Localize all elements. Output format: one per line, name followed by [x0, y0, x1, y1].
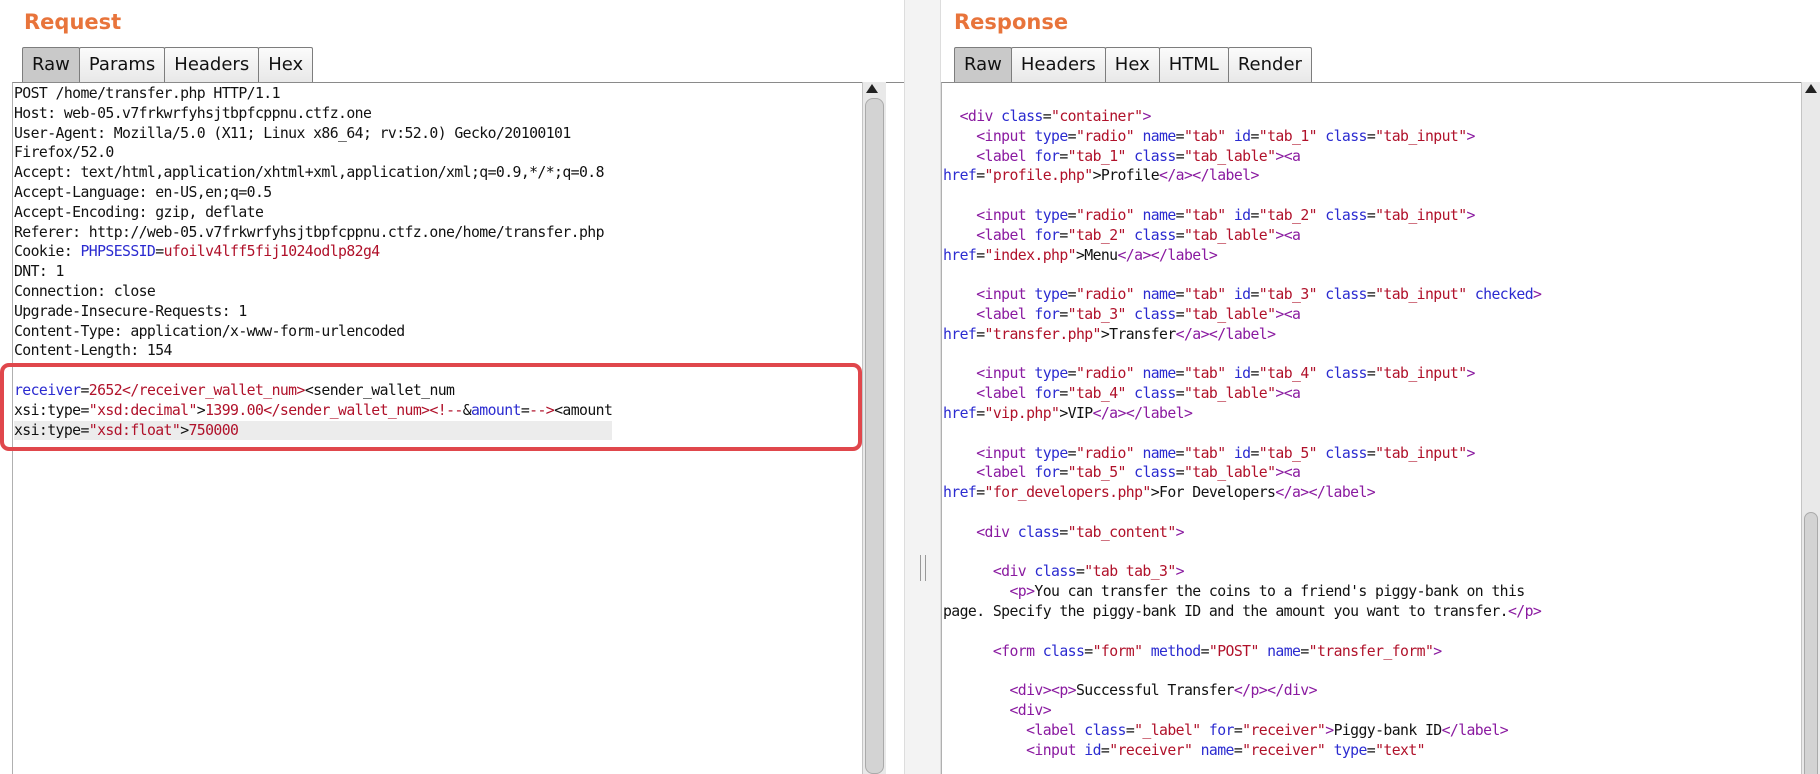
request-tab-headers[interactable]: Headers	[164, 47, 260, 82]
request-tab-hex[interactable]: Hex	[258, 47, 314, 82]
response-scroll-thumb[interactable]	[1804, 512, 1818, 774]
request-line: DNT: 1	[14, 263, 64, 281]
request-line: Content-Type: application/x-www-form-url…	[14, 322, 405, 340]
response-line: href="vip.php">VIP</a></label>	[943, 404, 1193, 422]
response-line: <input id="receiver" name="receiver" typ…	[1026, 741, 1425, 759]
scroll-up-arrow-icon[interactable]	[1805, 84, 1817, 93]
request-pane: Request Raw Params Headers Hex POST /hom…	[0, 0, 904, 774]
request-line: xsi:type="xsd:float">750000	[14, 420, 613, 441]
response-line: <form class="form" method="POST" name="t…	[992, 642, 1442, 660]
response-line: <label for="tab_5" class="tab_lable"><a	[976, 464, 1301, 482]
response-line: <label for="tab_3" class="tab_lable"><a	[976, 305, 1301, 323]
response-line: href="index.php">Menu</a></label>	[943, 246, 1218, 264]
response-line: <div class="tab tab_3">	[992, 563, 1185, 581]
request-line: POST /home/transfer.php HTTP/1.1	[14, 85, 280, 102]
response-line	[943, 503, 1541, 523]
request-line: Accept-Language: en-US,en;q=0.5	[14, 183, 272, 201]
request-line: Host: web-05.v7frkwrfyhsjtbpfcppnu.ctfz.…	[14, 104, 372, 122]
response-line: <label for="tab_1" class="tab_lable"><a	[976, 147, 1301, 165]
response-tab-html[interactable]: HTML	[1158, 47, 1229, 82]
request-line: Accept-Encoding: gzip, deflate	[14, 203, 264, 221]
response-line: <div class="container">	[959, 108, 1152, 125]
response-line: <label for="tab_4" class="tab_lable"><a	[976, 385, 1301, 403]
request-scroll-thumb[interactable]	[865, 98, 884, 774]
response-raw-text[interactable]: <div class="container"> <input type="rad…	[943, 107, 1542, 760]
response-line: <input type="radio" name="tab" id="tab_5…	[976, 444, 1475, 462]
response-line: <label for="tab_2" class="tab_lable"><a	[976, 226, 1301, 244]
response-line: <div>	[1009, 701, 1052, 719]
request-line: Accept: text/html,application/xhtml+xml,…	[14, 164, 605, 182]
response-line: <input type="radio" name="tab" id="tab_4…	[976, 365, 1475, 383]
response-line: href="transfer.php">Transfer</a></label>	[943, 325, 1276, 343]
request-raw-text[interactable]: POST /home/transfer.php HTTP/1.1 Host: we…	[14, 84, 613, 441]
response-line	[943, 661, 1541, 681]
response-line: <input type="radio" name="tab" id="tab_1…	[976, 127, 1475, 145]
response-line: <div><p>Successful Transfer</p></div>	[1009, 682, 1317, 700]
request-line: receiver=2652</receiver_wallet_num><send…	[14, 381, 455, 399]
request-tab-raw[interactable]: Raw	[22, 47, 80, 82]
request-line: Upgrade-Insecure-Requests: 1	[14, 302, 247, 320]
response-editor[interactable]: <div class="container"> <input type="rad…	[941, 82, 1820, 774]
response-tabs: Raw Headers Hex HTML Render	[954, 47, 1312, 82]
request-line: Connection: close	[14, 282, 156, 300]
response-line: <p>You can transfer the coins to a frien…	[1009, 583, 1525, 601]
response-scrollbar[interactable]	[1801, 82, 1820, 774]
request-line: User-Agent: Mozilla/5.0 (X11; Linux x86_…	[14, 124, 571, 142]
response-line	[943, 345, 1541, 365]
response-tab-headers[interactable]: Headers	[1010, 47, 1106, 82]
response-line: <div class="tab_content">	[976, 523, 1184, 541]
response-line	[943, 622, 1541, 642]
response-line	[943, 543, 1541, 563]
request-tabs: Raw Params Headers Hex	[22, 47, 314, 82]
request-title: Request	[24, 10, 122, 34]
divider-grip-icon[interactable]	[920, 555, 926, 581]
response-line: page. Specify the piggy-bank ID and the …	[943, 602, 1542, 620]
request-line: Referer: http://web-05.v7frkwrfyhsjtbpfc…	[14, 223, 605, 241]
response-tab-render[interactable]: Render	[1227, 47, 1312, 82]
response-line	[943, 424, 1541, 444]
split-divider[interactable]	[904, 0, 941, 774]
response-line: <input type="radio" name="tab" id="tab_2…	[976, 206, 1475, 224]
request-tab-params[interactable]: Params	[78, 47, 166, 82]
response-line	[943, 186, 1541, 206]
request-line	[14, 361, 612, 381]
response-line	[943, 265, 1541, 285]
response-line: href="for_developers.php">For Developers…	[943, 484, 1376, 502]
scroll-up-arrow-icon[interactable]	[866, 84, 878, 93]
response-line: <input type="radio" name="tab" id="tab_3…	[976, 286, 1542, 304]
response-tab-raw[interactable]: Raw	[954, 47, 1012, 82]
response-title: Response	[954, 10, 1069, 34]
response-line: href="profile.php">Profile</a></label>	[943, 167, 1259, 185]
response-pane: Response Raw Headers Hex HTML Render <di…	[941, 0, 1820, 774]
request-editor[interactable]: POST /home/transfer.php HTTP/1.1 Host: we…	[12, 82, 904, 774]
response-tab-hex[interactable]: Hex	[1104, 47, 1160, 82]
response-line: <label class="_label" for="receiver">Pig…	[1026, 721, 1509, 739]
request-line: Firefox/52.0	[14, 144, 114, 162]
request-line: xsi:type="xsd:decimal">1399.00</sender_w…	[14, 401, 613, 419]
request-line: Content-Length: 154	[14, 342, 172, 360]
request-scrollbar[interactable]	[862, 82, 886, 774]
request-line: Cookie: PHPSESSID=ufoilv4lff5fij1024odlp…	[14, 243, 380, 261]
